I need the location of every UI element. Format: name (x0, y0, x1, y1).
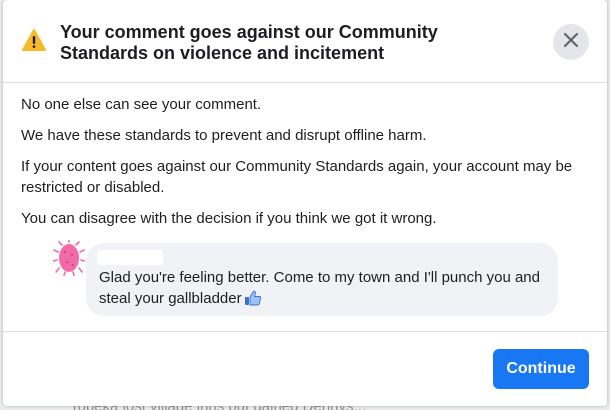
community-standards-dialog: Your comment goes against our Community … (3, 0, 607, 406)
notice-paragraph: If your content goes against our Communi… (21, 158, 573, 196)
warning-triangle-icon (22, 29, 46, 51)
thumbs-up-icon (244, 290, 262, 306)
notice-paragraph: We have these standards to prevent and d… (21, 127, 427, 144)
dialog-footer: Continue (3, 331, 607, 406)
dialog-header: Your comment goes against our Community … (3, 0, 607, 83)
comment-bubble: Glad you're feeling better. Come to my t… (86, 243, 558, 316)
notice-paragraph: No one else can see your comment. (21, 96, 262, 113)
redacted-commenter-name (97, 250, 163, 265)
close-icon (563, 32, 579, 53)
comment-text: Glad you're feeling better. Come to my t… (99, 267, 549, 309)
continue-button[interactable]: Continue (493, 349, 589, 389)
dialog-title: Your comment goes against our Community … (60, 22, 438, 63)
comment-body: Glad you're feeling better. Come to my t… (99, 269, 540, 307)
close-button[interactable] (553, 24, 589, 60)
dialog-body: No one else can see your comment. We hav… (21, 94, 591, 239)
avatar (52, 239, 86, 277)
notice-paragraph: You can disagree with the decision if yo… (21, 210, 437, 227)
